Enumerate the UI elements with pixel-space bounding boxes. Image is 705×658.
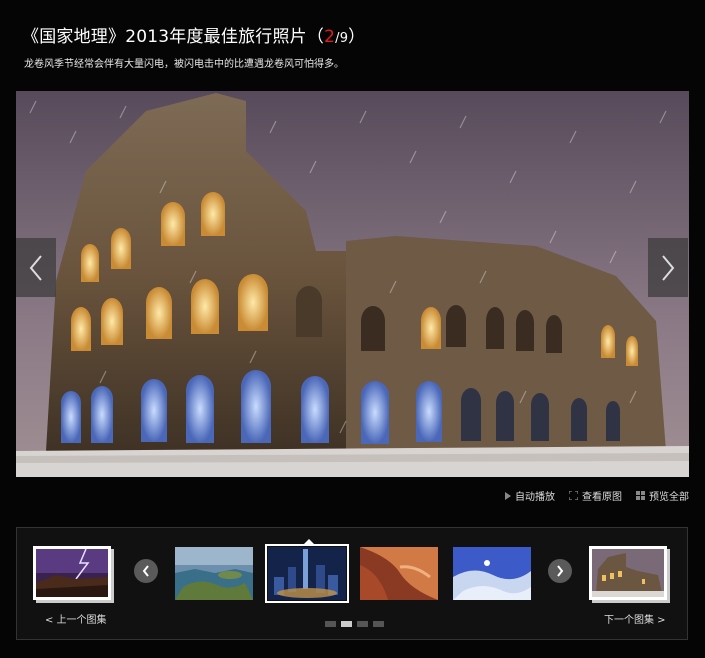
pager-dot-3[interactable] [357, 621, 368, 627]
main-photo [16, 91, 689, 477]
next-set-thumb[interactable] [589, 546, 667, 600]
prev-photo-button[interactable] [16, 238, 56, 297]
next-set-link[interactable]: 下一个图集 > [604, 611, 666, 626]
next-photo-button[interactable] [648, 238, 688, 297]
preview-all-button[interactable]: 预览全部 [636, 488, 689, 503]
title-suffix: ） [348, 27, 366, 47]
thumbs-prev-button[interactable] [134, 559, 158, 583]
prev-set-link[interactable]: < 上一个图集 [45, 611, 107, 626]
chevron-right-icon [662, 254, 675, 281]
colosseum-thumb [592, 549, 664, 597]
total-count: /9 [335, 31, 349, 46]
grid-icon [636, 491, 645, 500]
current-index: 2 [324, 27, 336, 47]
thumb-1[interactable] [175, 547, 253, 600]
preview-all-label: 预览全部 [649, 492, 689, 503]
pager-dot-1[interactable] [325, 621, 336, 627]
thumb-3[interactable] [360, 547, 438, 600]
thumbs-next-button[interactable] [548, 559, 572, 583]
view-original-button[interactable]: 查看原图 [569, 488, 622, 503]
chevron-left-icon [29, 254, 42, 281]
active-thumb-caret [303, 539, 315, 545]
pager-dot-2-active[interactable] [341, 621, 352, 627]
canyon-thumb [360, 547, 438, 600]
thumb-pager [325, 621, 384, 627]
gallery-title: 《国家地理》2013年度最佳旅行照片（2/9） [22, 22, 365, 47]
view-original-label: 查看原图 [582, 492, 622, 503]
autoplay-button[interactable]: 自动播放 [505, 488, 555, 503]
city-skyline-thumb [268, 547, 346, 600]
expand-icon [569, 491, 578, 500]
snow-landscape-thumb [453, 547, 531, 600]
title-prefix: 《国家地理》2013年度最佳旅行照片（ [22, 27, 325, 47]
coastal-islands-thumb [175, 547, 253, 600]
photo-caption: 龙卷风季节经常会伴有大量闪电，被闪电击中的比遭遇龙卷风可怕得多。 [24, 59, 344, 70]
lightning-storm-thumb [36, 549, 108, 597]
chevron-right-icon [557, 565, 564, 577]
chevron-left-icon [142, 565, 149, 577]
photo-toolbar: 自动播放 查看原图 预览全部 [505, 488, 689, 503]
pager-dot-4[interactable] [373, 621, 384, 627]
play-triangle-icon [505, 491, 511, 500]
thumb-2-active[interactable] [265, 544, 349, 603]
thumb-4[interactable] [453, 547, 531, 600]
prev-set-thumb[interactable] [33, 546, 111, 600]
autoplay-label: 自动播放 [515, 492, 555, 503]
